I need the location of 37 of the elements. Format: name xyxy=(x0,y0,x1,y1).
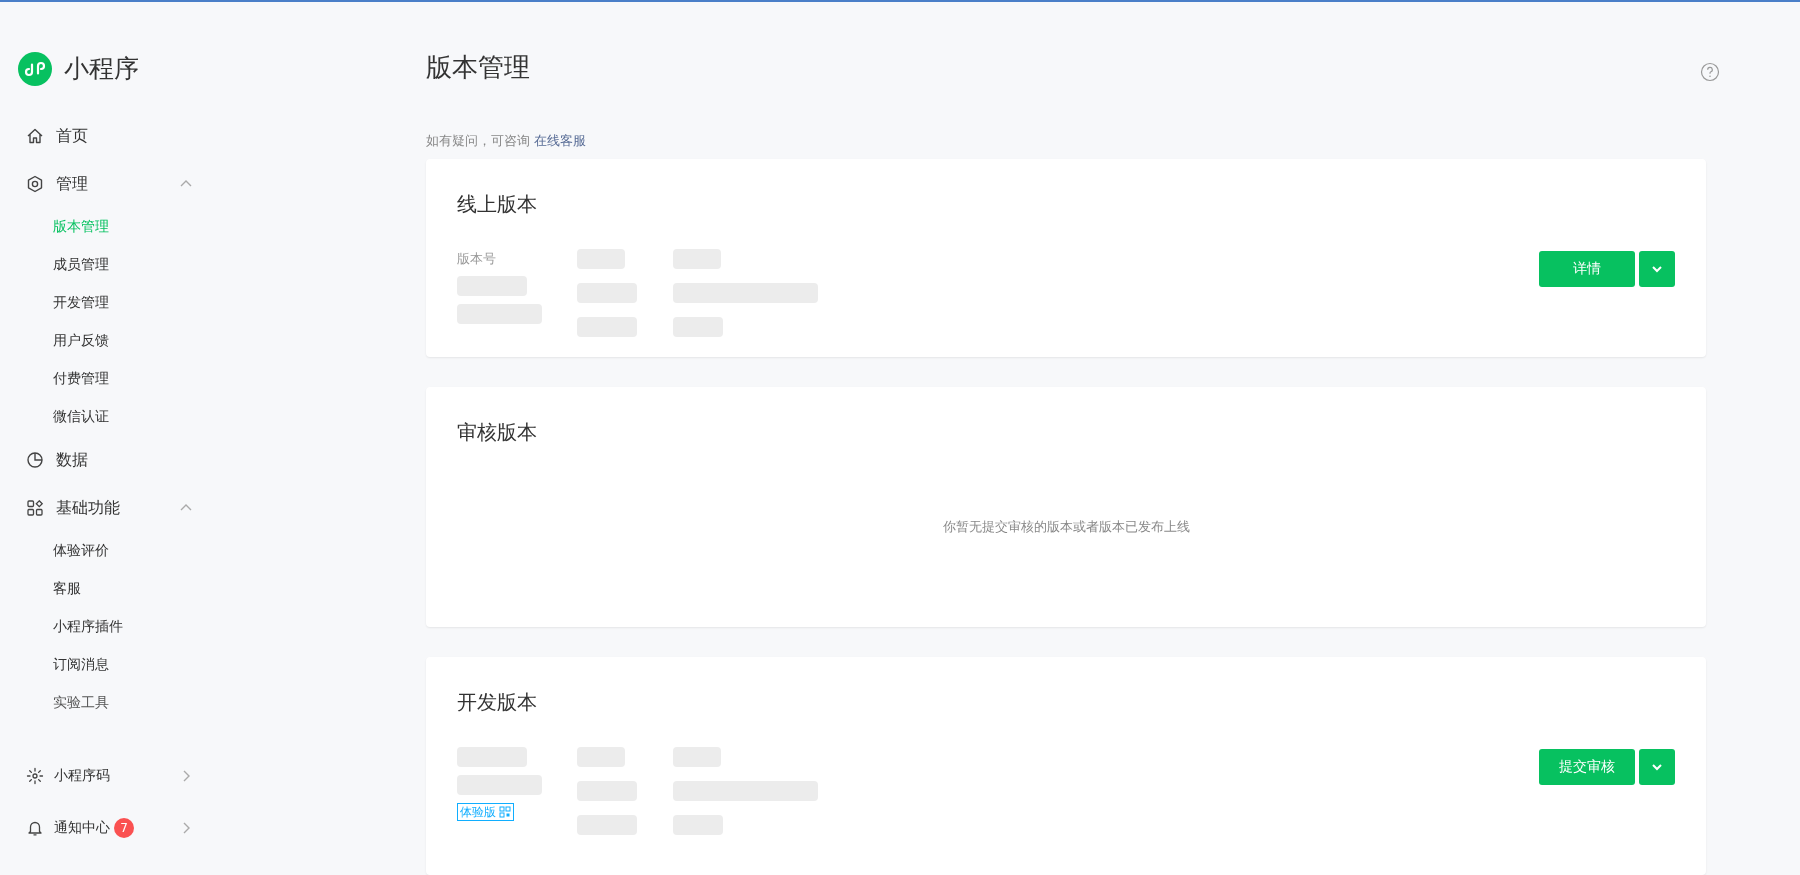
empty-message: 你暂无提交审核的版本或者版本已发布上线 xyxy=(942,517,1190,536)
nav-subitem[interactable]: 成员管理 xyxy=(53,254,109,275)
grid-icon xyxy=(26,498,44,517)
nav-subitem[interactable]: 客服 xyxy=(53,578,81,599)
dropdown-button[interactable] xyxy=(1639,250,1675,287)
nav-subitem[interactable]: 体验评价 xyxy=(53,540,109,561)
card-title: 审核版本 xyxy=(457,418,538,446)
nav-item[interactable]: 通知中心 xyxy=(54,817,110,838)
nav-item[interactable]: 首页 xyxy=(56,123,88,148)
nav-item[interactable]: 管理 xyxy=(56,171,88,196)
qr-code-icon xyxy=(499,805,511,818)
app-name: 小程序 xyxy=(64,53,139,85)
trial-tag: 体验版 xyxy=(457,802,514,821)
nav-subitem[interactable]: 实验工具 xyxy=(53,692,109,713)
nav-subitem[interactable]: 用户反馈 xyxy=(53,330,109,351)
help-icon xyxy=(1700,62,1720,82)
nav-subitem[interactable]: 小程序插件 xyxy=(53,616,123,637)
card-title: 线上版本 xyxy=(457,190,538,218)
support-link[interactable]: 在线客服 xyxy=(534,133,587,148)
field-label: 版本号 xyxy=(457,249,497,268)
nav-subitem[interactable]: 开发管理 xyxy=(53,292,109,313)
logo-icon xyxy=(18,51,52,86)
count-badge: 7 xyxy=(114,817,134,838)
card-title: 开发版本 xyxy=(457,688,538,716)
home-icon xyxy=(26,126,44,145)
page-title: 版本管理 xyxy=(426,51,530,84)
dropdown-button[interactable] xyxy=(1639,748,1675,785)
sun-icon xyxy=(26,766,44,785)
nav-item[interactable]: 小程序码 xyxy=(54,765,110,786)
hint-text: 如有疑问，可咨询 在线客服 xyxy=(425,132,588,150)
nav-subitem[interactable]: 付费管理 xyxy=(53,368,109,389)
nav-subitem[interactable]: 微信认证 xyxy=(53,406,109,427)
pie-chart-icon xyxy=(26,450,44,469)
hexagon-icon xyxy=(26,174,44,193)
nav-item[interactable]: 数据 xyxy=(56,447,88,472)
nav-subitem[interactable]: 订阅消息 xyxy=(53,654,109,675)
nav-item[interactable]: 基础功能 xyxy=(56,495,120,520)
